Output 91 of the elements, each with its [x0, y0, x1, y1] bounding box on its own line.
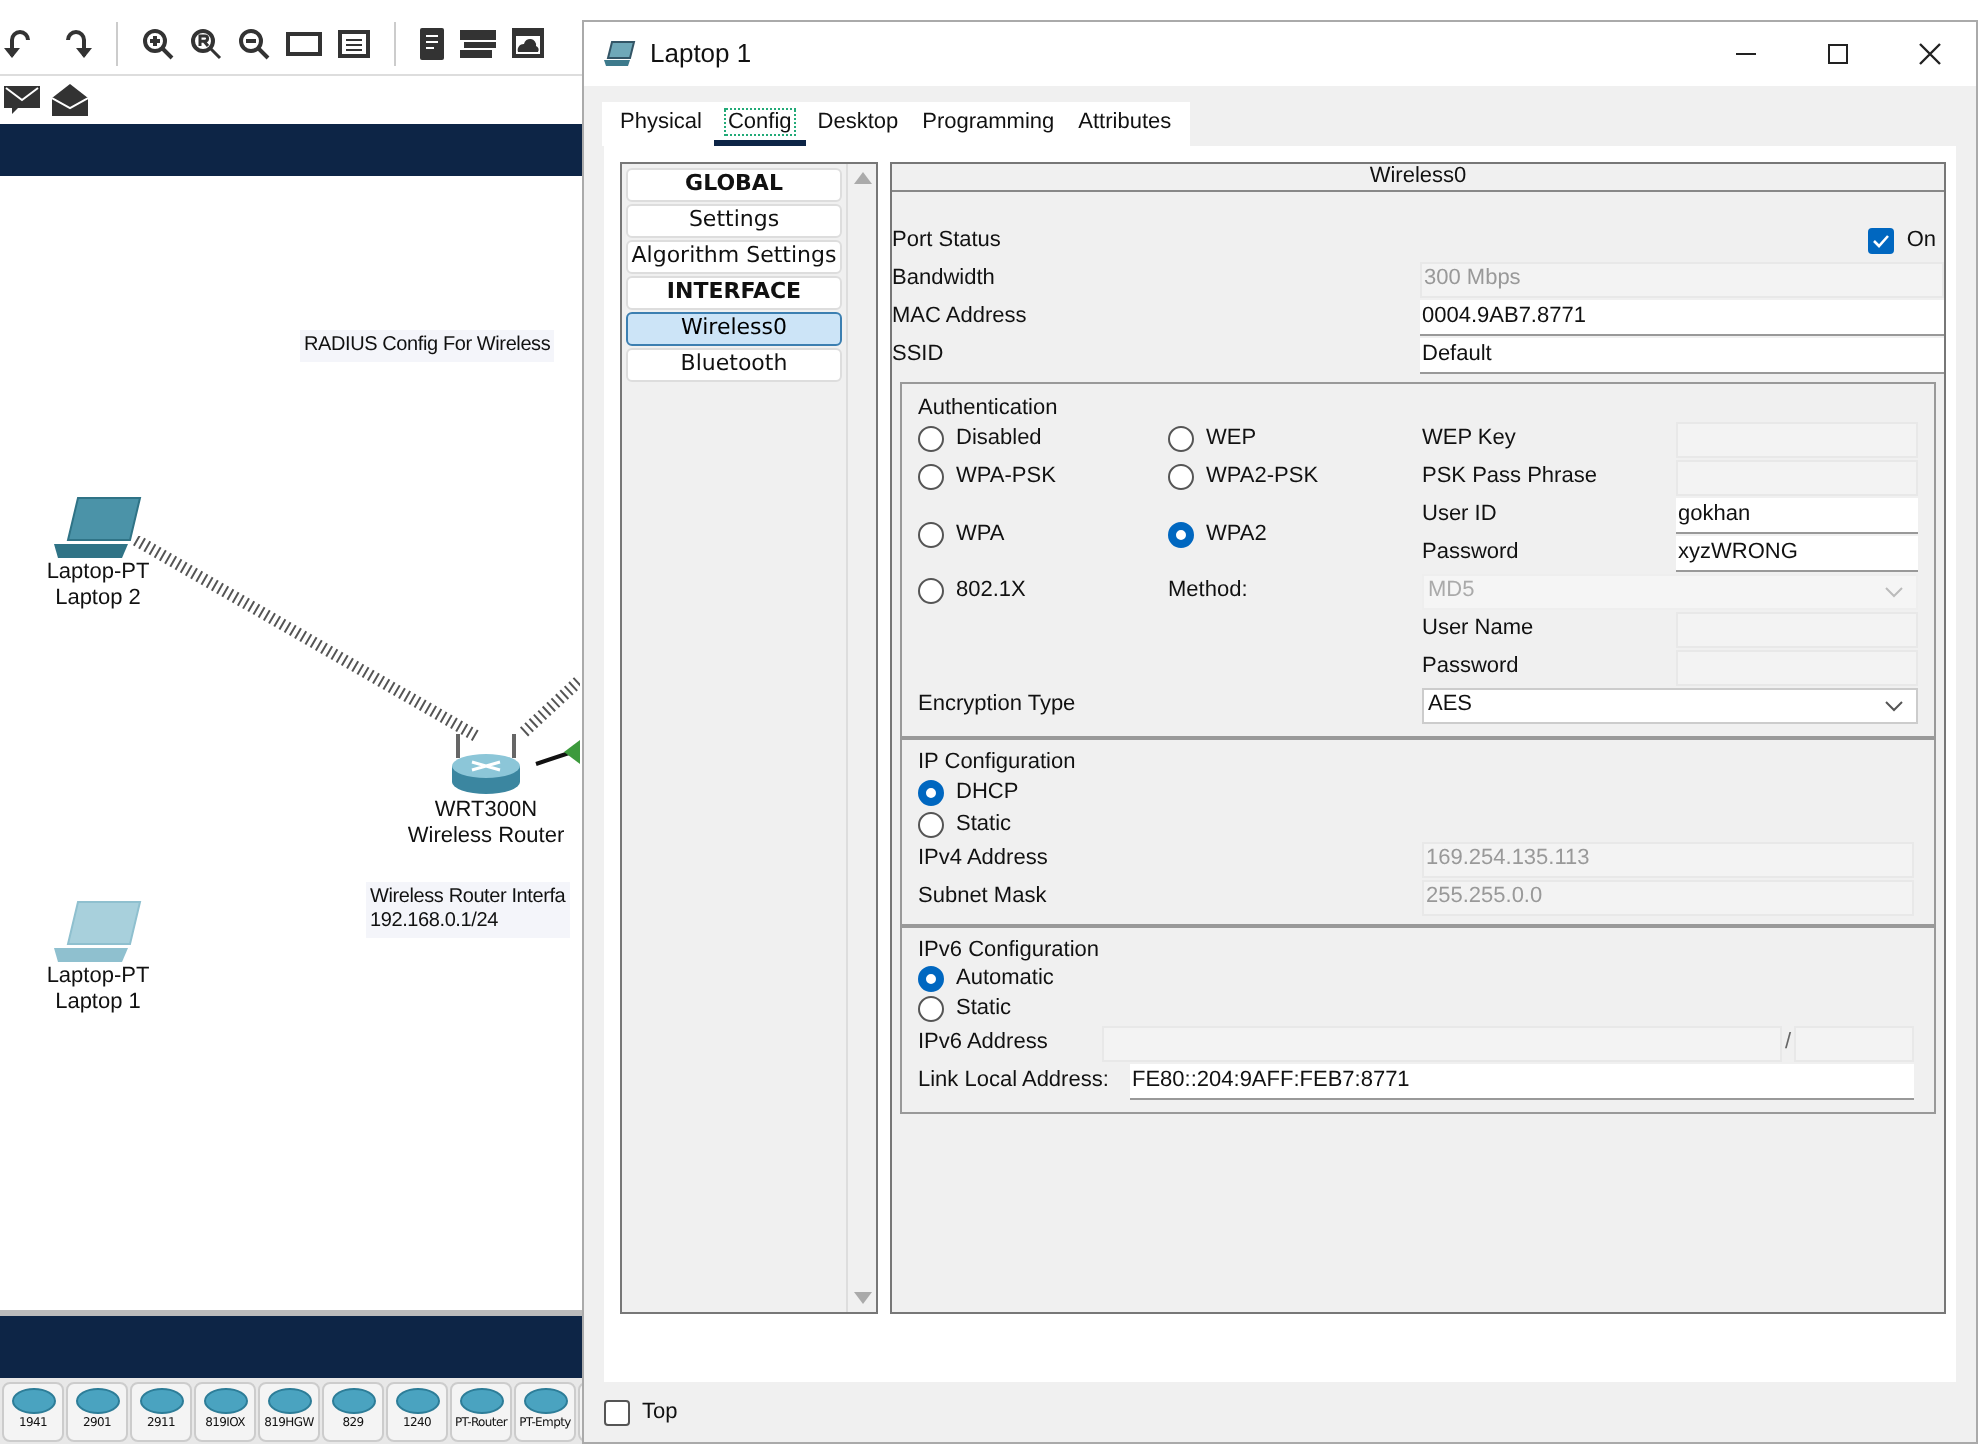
device-label: Laptop-PT: [46, 964, 150, 990]
field-label: MAC Address: [892, 302, 1029, 333]
field-label: User Name: [1422, 614, 1536, 645]
section-title: Authentication: [918, 396, 1060, 420]
text-field[interactable]: gokhan: [1676, 497, 1918, 533]
field-label: Bandwidth: [892, 264, 997, 295]
checkbox-label: On: [1906, 225, 1936, 256]
image-icon[interactable]: [512, 28, 544, 58]
field-label: Link Local Address:: [918, 1066, 1111, 1097]
list-icon[interactable]: [338, 29, 370, 57]
field-label: Subnet Mask: [918, 882, 1049, 913]
sidebar-header: GLOBAL: [626, 168, 842, 202]
chevron-down-icon: [1884, 585, 1904, 597]
device-label: Laptop 1: [55, 990, 141, 1016]
checkbox-label: Top: [642, 1397, 678, 1428]
device-label: Laptop-PT: [46, 560, 150, 586]
radio-label: 802.1X: [956, 576, 1026, 607]
document-icon[interactable]: [420, 27, 444, 59]
radio-label: WPA2: [1206, 519, 1267, 550]
sidebar-item[interactable]: Bluetooth: [626, 348, 842, 382]
field-label: IPv6 Address: [918, 1028, 1050, 1059]
text-field[interactable]: FE80::204:9AFF:FEB7:8771: [1130, 1063, 1914, 1099]
radio-label: WEP: [1206, 424, 1257, 455]
radio-label: Static: [956, 994, 1012, 1025]
field-label: SSID: [892, 340, 946, 371]
note-text: RADIUS Config For Wireless: [304, 334, 551, 358]
radio-button[interactable]: [918, 996, 944, 1022]
radio-label: WPA: [956, 519, 1005, 550]
undo-icon[interactable]: [4, 27, 32, 59]
envelope-icon[interactable]: [4, 86, 40, 114]
device-label: Laptop 2: [55, 586, 141, 612]
rectangle-icon[interactable]: [286, 31, 322, 55]
checkbox[interactable]: [1868, 227, 1895, 253]
radio-label: WPA2-PSK: [1206, 462, 1319, 493]
radio-button[interactable]: [918, 811, 944, 837]
zoom-in-icon[interactable]: [142, 27, 174, 59]
radio-button[interactable]: [1168, 426, 1194, 452]
dropdown[interactable]: AES: [1422, 687, 1918, 723]
radio-label: Automatic: [956, 964, 1054, 995]
laptop-icon: [604, 40, 636, 68]
open-envelope-icon[interactable]: [52, 84, 88, 116]
radio-button[interactable]: [918, 578, 944, 604]
redo-icon[interactable]: [64, 27, 92, 59]
field-label: WEP Key: [1422, 424, 1518, 455]
stack-icon[interactable]: [460, 29, 496, 57]
section-title: IPv6 Configuration: [918, 938, 1101, 964]
sidebar-item[interactable]: Settings: [626, 204, 842, 238]
tab[interactable]: Desktop: [805, 102, 911, 146]
radio-button[interactable]: [918, 426, 944, 452]
field-label: User ID: [1422, 500, 1499, 531]
checkbox[interactable]: [604, 1399, 630, 1425]
text-field[interactable]: 0004.9AB7.8771: [1420, 299, 1944, 335]
text-field[interactable]: Default: [1420, 337, 1944, 373]
separator-text: /: [1782, 1028, 1794, 1059]
sidebar-item[interactable]: Algorithm Settings: [626, 240, 842, 274]
field-label: PSK Pass Phrase: [1422, 462, 1599, 493]
radio-label: DHCP: [956, 777, 1019, 808]
device-label: Wireless Router: [407, 824, 565, 850]
radio-button[interactable]: [1168, 464, 1194, 490]
text-field[interactable]: xyzWRONG: [1676, 535, 1918, 571]
sidebar-header: INTERFACE: [626, 276, 842, 310]
device-label: WRT300N: [434, 798, 538, 824]
field-label: Encryption Type: [918, 690, 1078, 721]
router-icon[interactable]: [446, 730, 526, 798]
window-title: Laptop 1: [650, 36, 752, 73]
radio-button[interactable]: [918, 779, 944, 805]
field-label: Password: [1422, 652, 1521, 683]
field-label: IPv4 Address: [918, 844, 1050, 875]
chevron-down-icon: [1884, 699, 1904, 711]
radio-button[interactable]: [918, 464, 944, 490]
tab[interactable]: Physical: [608, 102, 714, 146]
radio-button[interactable]: [1168, 521, 1194, 547]
panel-header: Wireless0: [892, 164, 1944, 192]
sidebar-item[interactable]: Wireless0: [626, 312, 842, 346]
note-text: 192.168.0.1/24: [370, 910, 500, 934]
zoom-reset-icon[interactable]: [190, 27, 222, 59]
radio-label: Static: [956, 809, 1012, 840]
zoom-out-icon[interactable]: [238, 27, 270, 59]
field-label: Password: [1422, 538, 1521, 569]
tab[interactable]: Programming: [910, 102, 1067, 146]
section-title: IP Configuration: [918, 750, 1078, 776]
radio-label: WPA-PSK: [956, 462, 1056, 493]
checkmark-icon: [1872, 233, 1891, 247]
field-label: Method:: [1168, 576, 1250, 607]
radio-button[interactable]: [918, 966, 944, 992]
radio-label: Disabled: [956, 424, 1042, 455]
radio-button[interactable]: [918, 521, 944, 547]
note-text: Wireless Router Interfa: [370, 886, 566, 910]
tab[interactable]: Attributes: [1066, 102, 1184, 146]
laptop-icon[interactable]: [54, 496, 142, 560]
field-label: Port Status: [892, 225, 1001, 256]
